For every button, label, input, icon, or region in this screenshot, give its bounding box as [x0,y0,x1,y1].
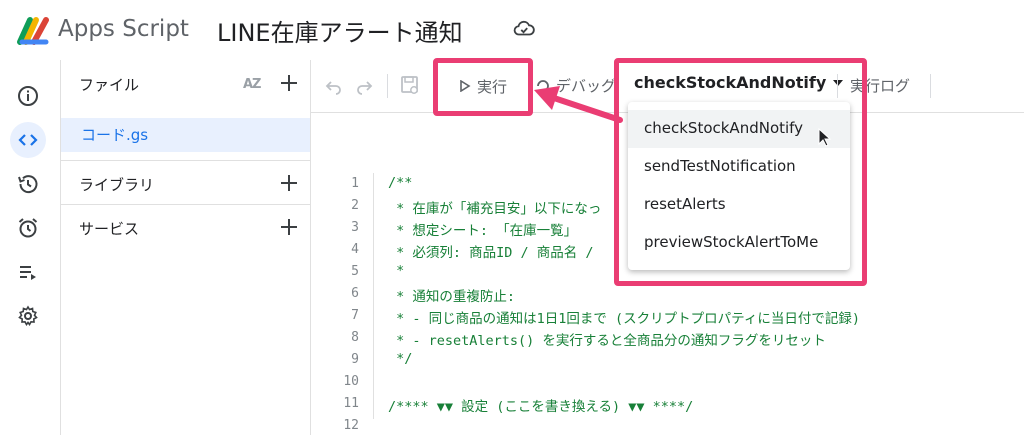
line-number: 5 [351,264,359,279]
undo-icon[interactable] [325,77,343,95]
run-button[interactable]: 実行 [459,73,515,99]
option-label: resetAlerts [644,195,726,213]
executions-button[interactable] [10,254,46,290]
add-service-icon[interactable] [278,216,300,238]
libraries-label: ライブラリ [79,176,155,194]
settings-button[interactable] [10,298,46,334]
function-selector[interactable]: checkStockAndNotify [634,73,844,92]
project-title[interactable]: LINE在庫アラート通知 [217,13,463,48]
option-label: previewStockAlertToMe [644,233,819,251]
toolbar-separator [387,74,388,98]
play-icon [460,80,471,92]
apps-script-logo-icon[interactable] [16,14,52,46]
dropdown-option-check-stock-and-notify[interactable]: checkStockAndNotify [628,110,850,148]
line-number: 4 [351,242,359,257]
mouse-cursor-icon [818,128,832,147]
save-icon[interactable] [399,74,421,96]
debug-button[interactable]: デバッグ [534,75,616,96]
settings-icon [18,305,38,326]
toolbar-separator [930,74,931,98]
services-header: サービス [61,204,310,252]
triggers-button[interactable] [10,210,46,246]
add-library-icon[interactable] [278,172,300,194]
line-number: 2 [351,198,359,213]
line-number: 1 [351,176,359,191]
execution-log-button[interactable]: 実行ログ [850,75,910,96]
code-line: * 想定シート: 「在庫一覧」 [388,223,578,239]
toolbar-separator [433,74,434,98]
selected-function: checkStockAndNotify [634,73,827,92]
cloud-saved-icon [513,20,535,36]
code-line: * - 同じ商品の通知は1日1回まで (スクリプトプロパティに当日付で記録) [388,311,860,327]
toolbar-separator [837,74,838,98]
option-label: sendTestNotification [644,157,796,175]
redo-icon[interactable] [355,77,373,95]
dropdown-option-send-test-notification[interactable]: sendTestNotification [628,148,850,186]
info-icon [18,86,38,106]
code-icon [18,134,38,146]
code-line: * - resetAlerts() を実行すると全商品分の通知フラグをリセット [388,333,826,349]
dropdown-arrow-icon [833,79,844,86]
app-name[interactable]: Apps Script [58,16,189,42]
libraries-header: ライブラリ [61,160,310,208]
files-panel: ファイル AZ コード.gs ライブラリ サービス [61,60,311,435]
code-line: /**** ▼▼ 設定 (ここを書き換える) ▼▼ ****/ [388,399,694,415]
files-label: ファイル [79,76,140,94]
add-file-icon[interactable] [278,72,300,94]
overview-button[interactable] [10,78,46,114]
editor-button[interactable] [10,122,46,158]
line-number: 6 [351,286,359,301]
dropdown-option-preview-stock-alert[interactable]: previewStockAlertToMe [628,224,850,262]
code-line: * [388,263,405,279]
files-header: ファイル AZ [61,60,310,108]
history-icon [18,175,38,194]
code-line: * 必須列: 商品ID / 商品名 / [388,245,602,261]
alarm-icon [18,218,38,238]
code-line: * 通知の重複防止: [388,289,516,305]
history-button[interactable] [10,166,46,202]
code-line: * 在庫が「補充目安」以下になっ [388,201,602,217]
run-label: 実行 [477,77,508,96]
line-number: 8 [351,330,359,345]
file-item-code-gs[interactable]: コード.gs [61,118,310,152]
debug-label: デバッグ [556,77,617,95]
code-line: /** [388,175,413,191]
line-number: 10 [343,374,359,389]
executions-icon [20,266,36,280]
line-number: 9 [351,352,359,367]
line-number: 12 [343,418,359,433]
gutter-divider [373,173,374,419]
code-line: */ [388,351,413,367]
services-label: サービス [79,220,140,238]
line-number: 11 [343,396,359,411]
option-label: checkStockAndNotify [644,119,804,137]
function-dropdown-menu: checkStockAndNotify sendTestNotification… [628,102,850,270]
file-name: コード.gs [81,126,149,144]
line-number: 7 [351,308,359,323]
left-nav-rail [0,60,61,435]
dropdown-option-reset-alerts[interactable]: resetAlerts [628,186,850,224]
line-number: 3 [351,220,359,235]
debug-icon [537,79,549,92]
app-header: Apps Script LINE在庫アラート通知 [0,0,1024,60]
sort-files-icon[interactable]: AZ [243,77,261,92]
